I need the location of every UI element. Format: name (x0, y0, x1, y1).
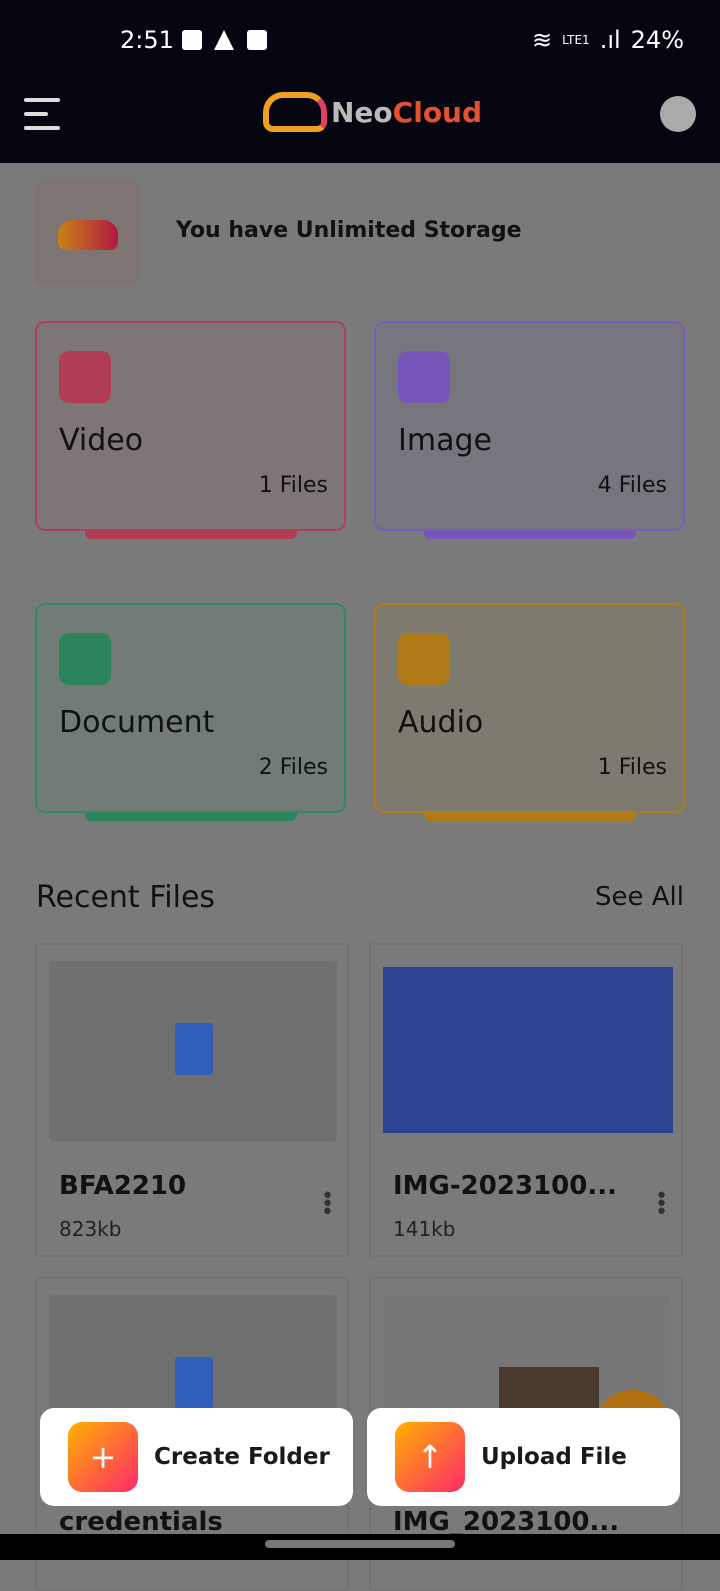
category-document[interactable]: Document 2 Files (35, 603, 346, 821)
category-image[interactable]: Image 4 Files (374, 321, 685, 539)
battery-percent: 24% (630, 26, 684, 54)
cloud-logo-icon (263, 92, 327, 132)
category-audio[interactable]: Audio 1 Files (374, 603, 685, 821)
see-all-link[interactable]: See All (595, 882, 684, 912)
file-card[interactable]: IMG-2023100... 141kb • • • (369, 943, 683, 1257)
storage-card-icon (34, 180, 140, 286)
upload-file-label: Upload File (481, 1444, 627, 1470)
category-name: Audio (398, 705, 484, 740)
home-gesture-handle[interactable] (265, 1540, 455, 1548)
file-name: IMG_2023100... (393, 1507, 620, 1537)
doc-file-icon (175, 1023, 213, 1075)
wifi-icon: ≋ (531, 26, 553, 54)
category-count: 2 Files (258, 755, 328, 780)
file-name: credentials (59, 1507, 223, 1537)
signal-icon: .ıl (599, 26, 621, 54)
create-folder-label: Create Folder (154, 1444, 330, 1470)
file-card[interactable]: BFA2210 823kb • • • (35, 943, 349, 1257)
file-thumbnail (49, 961, 337, 1141)
brand-name-accent: Cloud (392, 95, 483, 129)
image-thumbnail (383, 967, 673, 1133)
category-count: 1 Files (597, 755, 667, 780)
category-bar (424, 531, 636, 539)
gallery-notification-icon (182, 30, 202, 50)
navigation-bar (0, 1534, 720, 1560)
check-icon (247, 30, 267, 50)
neocloud-logo: NeoCloud (263, 92, 482, 132)
file-size: 823kb (59, 1217, 122, 1241)
brand-name: Neo (331, 95, 393, 129)
recent-files-title: Recent Files (36, 880, 216, 915)
warning-icon (214, 30, 234, 50)
app-header: NeoCloud (0, 80, 720, 163)
audio-icon (398, 633, 450, 685)
folder-plus-icon: + (68, 1422, 138, 1492)
category-bar (85, 813, 297, 821)
status-bar: 2:51 ≋ LTE1 .ıl 24% (0, 0, 720, 80)
menu-icon[interactable] (24, 98, 60, 132)
category-count: 4 Files (597, 473, 667, 498)
document-icon (59, 633, 111, 685)
clock: 2:51 (120, 26, 174, 54)
profile-icon[interactable] (660, 96, 696, 132)
category-bar (85, 531, 297, 539)
file-size: 141kb (393, 1217, 456, 1241)
doc-file-icon (175, 1357, 213, 1409)
create-folder-button[interactable]: + Create Folder (40, 1408, 353, 1506)
file-name: IMG-2023100... (393, 1171, 617, 1201)
network-label: LTE1 (562, 33, 590, 47)
file-name: BFA2210 (59, 1171, 187, 1201)
cloud-icon (58, 220, 118, 250)
category-bar (424, 813, 636, 821)
more-options-icon[interactable]: • • • (321, 1186, 334, 1224)
upload-file-button[interactable]: ↑ Upload File (367, 1408, 680, 1506)
more-options-icon[interactable]: • • • (655, 1186, 668, 1224)
upload-icon: ↑ (395, 1422, 465, 1492)
category-count: 1 Files (258, 473, 328, 498)
category-name: Image (398, 423, 492, 458)
image-icon (398, 351, 450, 403)
category-name: Document (59, 705, 215, 740)
category-name: Video (59, 423, 144, 458)
category-video[interactable]: Video 1 Files (35, 321, 346, 539)
storage-text: You have Unlimited Storage (176, 218, 522, 243)
video-icon (59, 351, 111, 403)
